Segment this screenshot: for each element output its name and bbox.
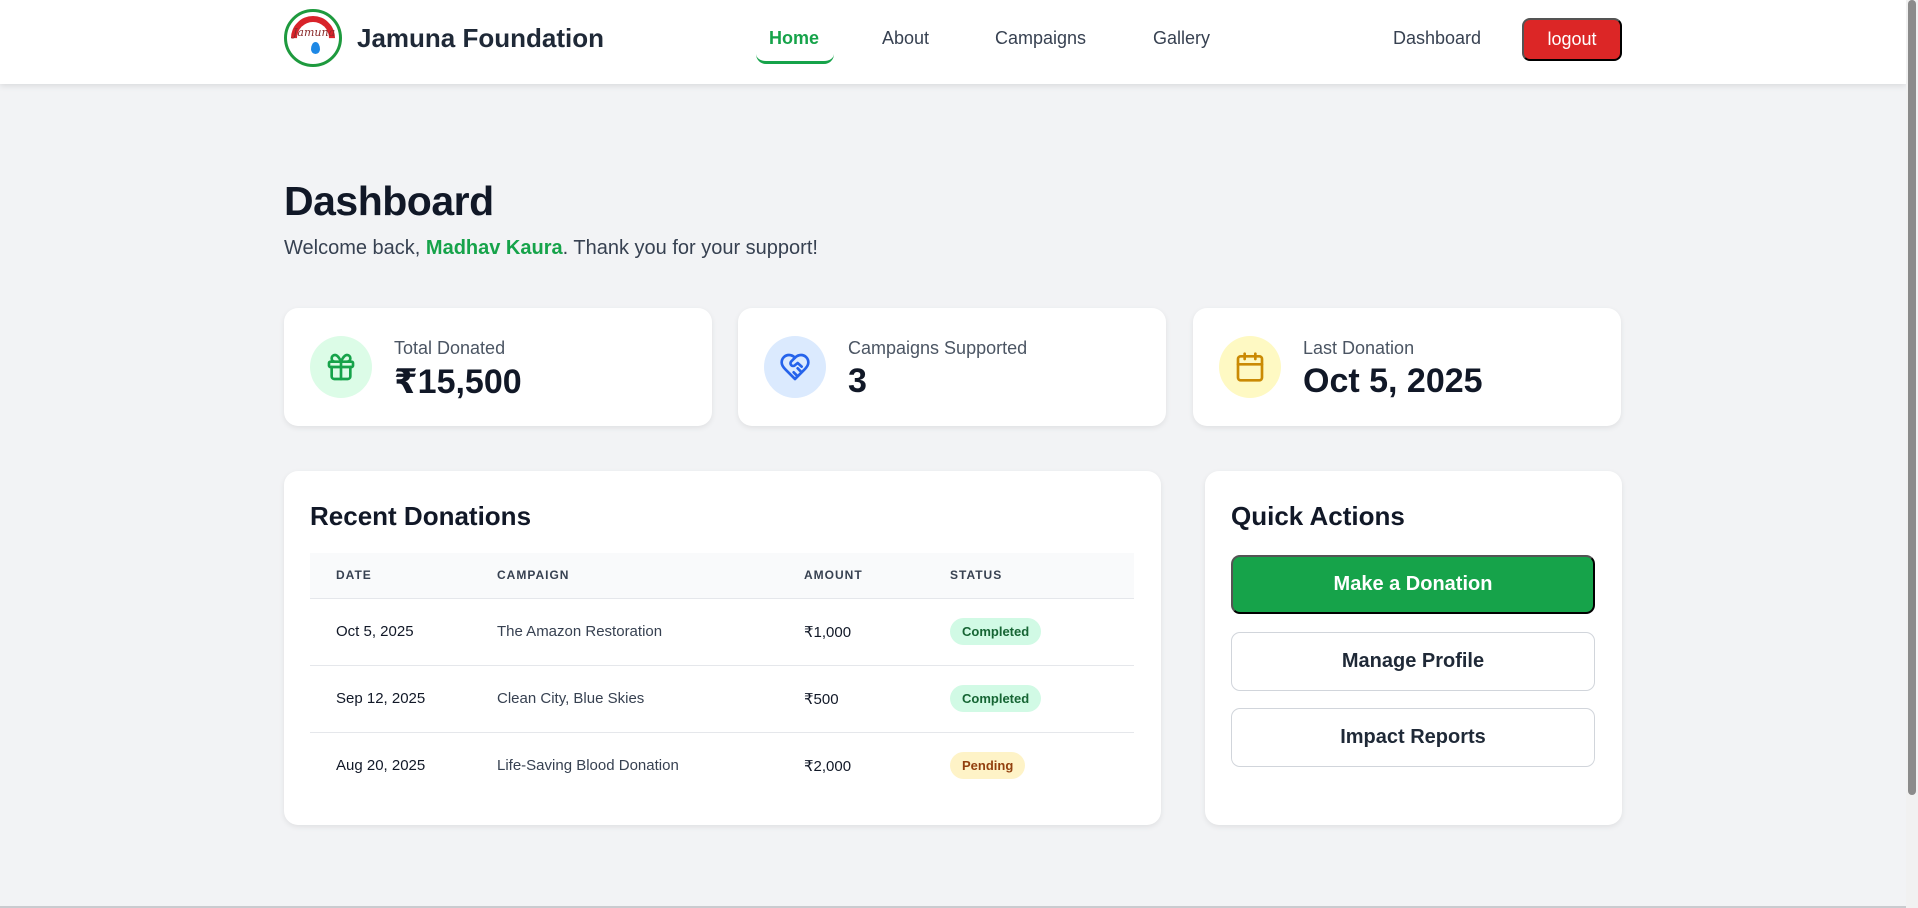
nav-link-about[interactable]: About bbox=[882, 28, 929, 49]
quick-actions-title: Quick Actions bbox=[1231, 501, 1405, 531]
table-row: Aug 20, 2025 Life-Saving Blood Donation … bbox=[310, 732, 1134, 799]
stat-card-total-donated: Total Donated ₹15,500 bbox=[284, 308, 712, 426]
nav-link-gallery[interactable]: Gallery bbox=[1153, 28, 1210, 49]
stat-label: Campaigns Supported bbox=[848, 338, 1028, 358]
table-header-row: DATE CAMPAIGN AMOUNT STATUS bbox=[310, 553, 1134, 598]
donation-date: Oct 5, 2025 bbox=[336, 623, 414, 640]
column-header-status: STATUS bbox=[950, 568, 1003, 583]
column-header-date: DATE bbox=[336, 568, 372, 583]
top-navbar: Jamuna Jamuna Foundation Home About Camp… bbox=[0, 0, 1906, 84]
donation-amount: ₹500 bbox=[804, 690, 839, 708]
recent-donations-title: Recent Donations bbox=[310, 501, 532, 531]
donation-amount: ₹2,000 bbox=[804, 757, 852, 775]
donation-amount: ₹1,000 bbox=[804, 623, 852, 641]
stat-label: Last Donation bbox=[1303, 338, 1415, 358]
logout-button[interactable]: logout bbox=[1522, 18, 1622, 61]
brand-name: Jamuna Foundation bbox=[357, 22, 604, 53]
table-row: Oct 5, 2025 The Amazon Restoration ₹1,00… bbox=[310, 598, 1134, 665]
nav-link-campaigns[interactable]: Campaigns bbox=[995, 28, 1086, 49]
column-header-amount: AMOUNT bbox=[804, 568, 863, 583]
manage-profile-button[interactable]: Manage Profile bbox=[1231, 632, 1595, 691]
stat-label: Total Donated bbox=[394, 338, 506, 358]
stat-card-campaigns-supported: Campaigns Supported 3 bbox=[738, 308, 1166, 426]
nav-link-home[interactable]: Home bbox=[769, 28, 819, 49]
table-row: Sep 12, 2025 Clean City, Blue Skies ₹500… bbox=[310, 665, 1134, 732]
brand[interactable]: Jamuna Jamuna Foundation bbox=[284, 9, 604, 67]
status-badge: Pending bbox=[950, 752, 1026, 780]
heart-handshake-icon bbox=[764, 336, 826, 398]
jamuna-logo-icon: Jamuna bbox=[284, 9, 342, 67]
page-title: Dashboard bbox=[284, 178, 494, 224]
welcome-prefix: Welcome back, bbox=[284, 237, 426, 259]
donations-table: DATE CAMPAIGN AMOUNT STATUS Oct 5, 2025 … bbox=[310, 553, 1134, 799]
donation-campaign: Life-Saving Blood Donation bbox=[497, 757, 679, 775]
nav-link-dashboard[interactable]: Dashboard bbox=[1393, 28, 1481, 49]
user-name: Madhav Kaura bbox=[425, 237, 563, 259]
stat-value: Oct 5, 2025 bbox=[1303, 362, 1483, 400]
scrollbar-thumb[interactable] bbox=[1908, 0, 1916, 795]
stat-value: 3 bbox=[848, 362, 867, 400]
welcome-suffix: . Thank you for your support! bbox=[562, 237, 818, 259]
status-badge: Completed bbox=[950, 618, 1042, 645]
donation-date: Sep 12, 2025 bbox=[336, 690, 426, 707]
impact-reports-button[interactable]: Impact Reports bbox=[1231, 708, 1595, 767]
column-header-campaign: CAMPAIGN bbox=[497, 568, 570, 583]
recent-donations-panel: Recent Donations DATE CAMPAIGN AMOUNT ST… bbox=[284, 471, 1161, 825]
active-nav-indicator bbox=[756, 54, 834, 64]
welcome-message: Welcome back, Madhav Kaura. Thank you fo… bbox=[284, 237, 818, 260]
status-badge: Completed bbox=[950, 685, 1042, 712]
make-donation-button[interactable]: Make a Donation bbox=[1231, 555, 1595, 614]
donation-date: Aug 20, 2025 bbox=[336, 757, 426, 775]
donation-campaign: The Amazon Restoration bbox=[497, 623, 663, 640]
gift-icon bbox=[310, 336, 372, 398]
stat-value: ₹15,500 bbox=[394, 363, 522, 401]
donation-campaign: Clean City, Blue Skies bbox=[497, 690, 645, 707]
calendar-icon bbox=[1219, 336, 1281, 398]
stat-card-last-donation: Last Donation Oct 5, 2025 bbox=[1193, 308, 1621, 426]
quick-actions-panel: Quick Actions Make a Donation Manage Pro… bbox=[1205, 471, 1622, 825]
